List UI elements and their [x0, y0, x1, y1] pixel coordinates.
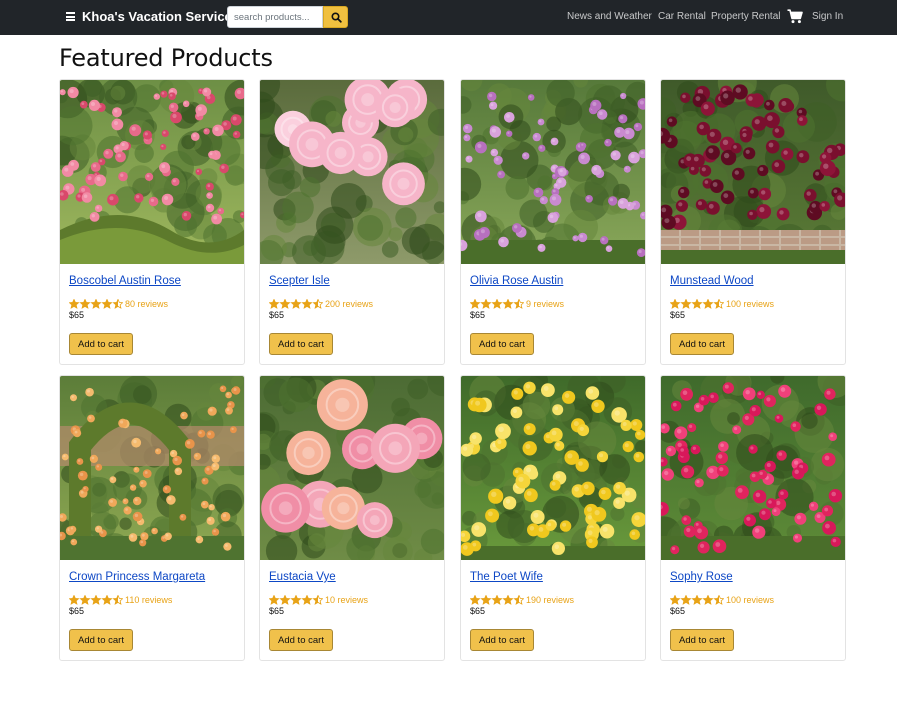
product-card: Munstead Wood 100 reviews $65 Add to cart — [660, 79, 846, 365]
review-count-link[interactable]: 80 reviews — [125, 299, 168, 309]
product-card: Olivia Rose Austin 9 reviews $65 Add to car… — [460, 79, 646, 365]
product-card: Sophy Rose 100 reviews $65 Add to cart — [660, 375, 846, 661]
product-title-link[interactable]: Sophy Rose — [670, 571, 733, 583]
add-to-cart-button[interactable]: Add to cart — [269, 629, 333, 651]
product-price: $65 — [470, 606, 486, 616]
nav-car-rental-link[interactable]: Car Rental — [658, 11, 706, 22]
product-card: Eustacia Vye 10 reviews $65 Add to cart — [259, 375, 445, 661]
product-price: $65 — [69, 310, 85, 320]
product-image[interactable] — [60, 80, 244, 264]
crimson-rose-bush-image[interactable] — [661, 80, 845, 264]
add-to-cart-button[interactable]: Add to cart — [269, 333, 333, 355]
top-navbar: Khoa's Vacation Service News and Weather… — [0, 0, 897, 35]
pink-rose-garden-hedge-image[interactable] — [60, 80, 244, 264]
add-to-cart-button[interactable]: Add to cart — [470, 629, 534, 651]
product-image[interactable] — [461, 376, 645, 560]
apricot-rose-arch-image[interactable] — [60, 376, 244, 560]
add-to-cart-button[interactable]: Add to cart — [470, 333, 534, 355]
pale-pink-roses-closeup-image[interactable] — [260, 80, 444, 264]
product-title-link[interactable]: Scepter Isle — [269, 275, 330, 287]
product-image[interactable] — [661, 80, 845, 264]
product-card: Boscobel Austin Rose 80 reviews $65 Add to … — [59, 79, 245, 365]
product-title-link[interactable]: Crown Princess Margareta — [69, 571, 205, 583]
product-title-link[interactable]: The Poet Wife — [470, 571, 543, 583]
product-image[interactable] — [260, 376, 444, 560]
product-image[interactable] — [661, 376, 845, 560]
add-to-cart-button[interactable]: Add to cart — [69, 629, 133, 651]
product-price: $65 — [269, 310, 285, 320]
add-to-cart-button[interactable]: Add to cart — [670, 333, 734, 355]
product-image[interactable] — [260, 80, 444, 264]
product-image[interactable] — [461, 80, 645, 264]
product-rating: 10 reviews — [269, 591, 368, 605]
product-price: $65 — [670, 310, 686, 320]
product-title-link[interactable]: Olivia Rose Austin — [470, 275, 563, 287]
review-count-link[interactable]: 100 reviews — [726, 595, 774, 605]
page-title: Featured Products — [59, 44, 273, 72]
review-count-link[interactable]: 190 reviews — [526, 595, 574, 605]
product-card: The Poet Wife 190 reviews $65 Add to cart — [460, 375, 646, 661]
product-rating: 200 reviews — [269, 295, 373, 309]
add-to-cart-button[interactable]: Add to cart — [69, 333, 133, 355]
product-rating: 9 reviews — [470, 295, 564, 309]
product-image[interactable] — [60, 376, 244, 560]
product-price: $65 — [670, 606, 686, 616]
nav-news-weather-link[interactable]: News and Weather — [567, 11, 652, 22]
sign-in-link[interactable]: Sign In — [812, 11, 843, 22]
product-price: $65 — [470, 310, 486, 320]
product-rating: 100 reviews — [670, 295, 774, 309]
shopping-cart-icon[interactable] — [787, 9, 803, 24]
product-rating: 110 reviews — [69, 591, 172, 605]
nav-links: News and Weather Car Rental Property Ren… — [0, 11, 897, 25]
cerise-rose-border-image[interactable] — [661, 376, 845, 560]
review-count-link[interactable]: 100 reviews — [726, 299, 774, 309]
review-count-link[interactable]: 110 reviews — [125, 595, 172, 605]
apricot-pink-roses-closeup-image[interactable] — [260, 376, 444, 560]
add-to-cart-button[interactable]: Add to cart — [670, 629, 734, 651]
lilac-rose-border-image[interactable] — [461, 80, 645, 264]
nav-property-rental-link[interactable]: Property Rental — [711, 11, 780, 22]
product-card: Crown Princess Margareta 110 reviews $65 Ad… — [59, 375, 245, 661]
product-price: $65 — [69, 606, 85, 616]
product-rating: 100 reviews — [670, 591, 774, 605]
product-rating: 80 reviews — [69, 295, 168, 309]
yellow-rose-bush-image[interactable] — [461, 376, 645, 560]
product-card: Scepter Isle 200 reviews $65 Add to cart — [259, 79, 445, 365]
product-title-link[interactable]: Munstead Wood — [670, 275, 754, 287]
product-rating: 190 reviews — [470, 591, 574, 605]
product-title-link[interactable]: Boscobel Austin Rose — [69, 275, 181, 287]
product-title-link[interactable]: Eustacia Vye — [269, 571, 336, 583]
review-count-link[interactable]: 10 reviews — [325, 595, 368, 605]
review-count-link[interactable]: 200 reviews — [325, 299, 373, 309]
product-price: $65 — [269, 606, 285, 616]
review-count-link[interactable]: 9 reviews — [526, 299, 564, 309]
